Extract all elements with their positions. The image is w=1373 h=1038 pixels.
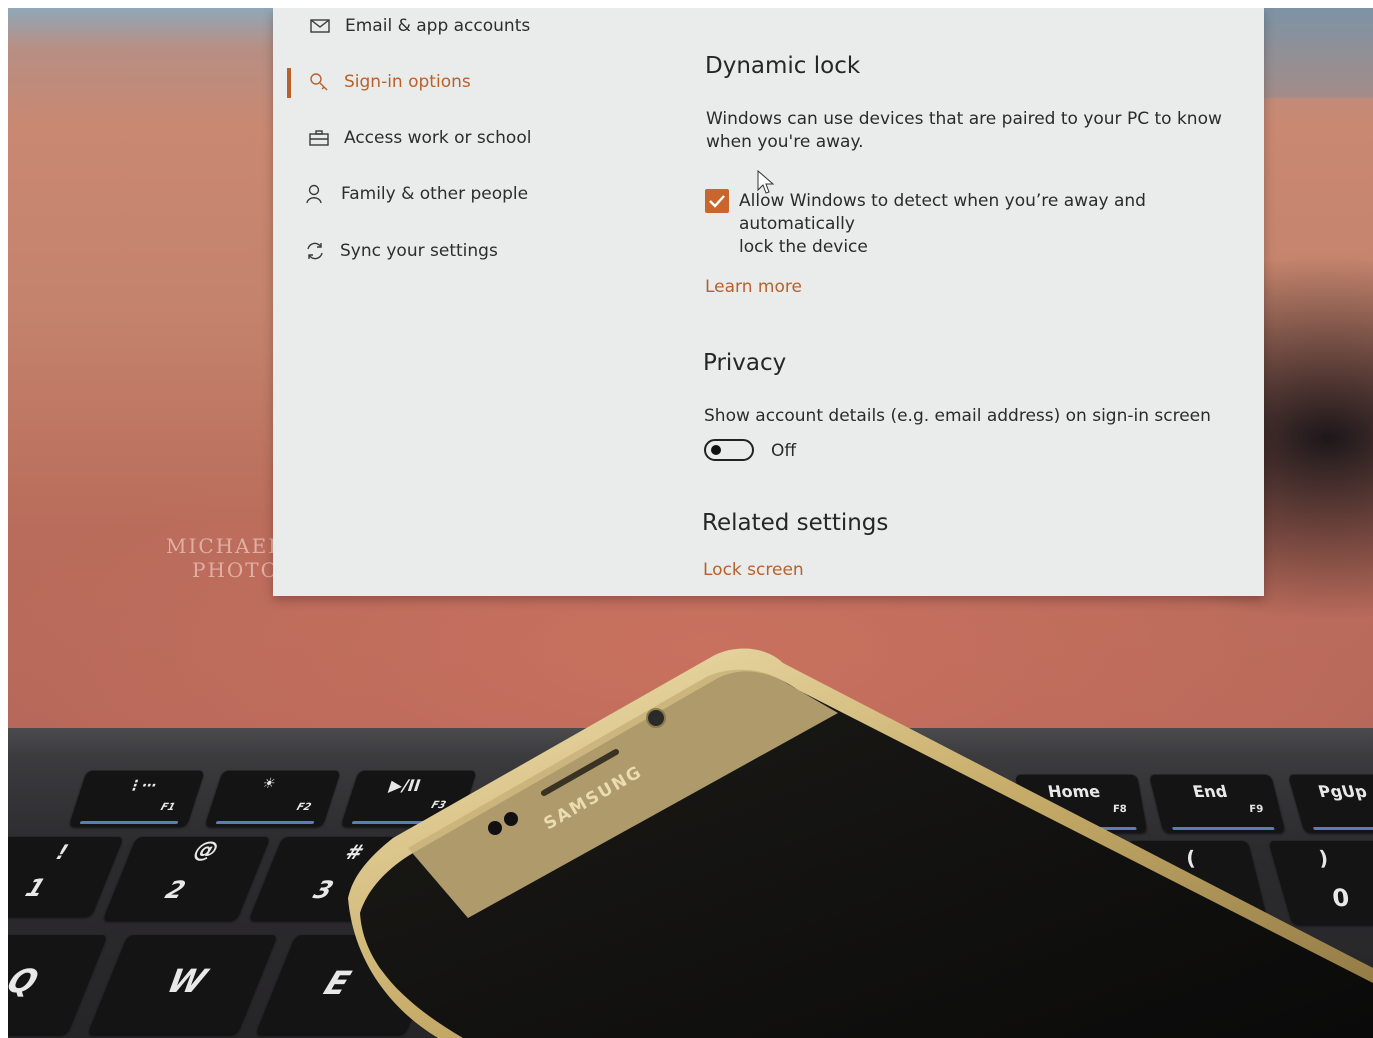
- nav-item-label: Sync your settings: [340, 241, 498, 261]
- key-label: Q: [8, 962, 45, 1000]
- dynamic-lock-checkbox-label[interactable]: Allow Windows to detect when you’re away…: [739, 190, 1264, 259]
- nav-item-family-people[interactable]: Family & other people: [303, 177, 528, 211]
- nav-item-label: Email & app accounts: [345, 16, 531, 36]
- key-label: F3: [429, 800, 448, 811]
- dynamic-lock-description-line-2: when you're away.: [706, 132, 864, 152]
- key-backlight: [215, 821, 315, 824]
- key-label: Home: [1046, 782, 1102, 801]
- learn-more-link[interactable]: Learn more: [705, 277, 802, 297]
- key-2: @ 2: [103, 836, 271, 920]
- key-label: F1: [159, 802, 177, 813]
- lock-screen-link[interactable]: Lock screen: [703, 560, 804, 580]
- nav-item-label: Family & other people: [341, 184, 529, 204]
- key-label: E: [318, 964, 356, 1002]
- key-label: 2: [161, 876, 190, 904]
- key-end-f9: End F9: [1148, 774, 1286, 832]
- related-settings-heading: Related settings: [702, 510, 889, 536]
- privacy-account-details-label: Show account details (e.g. email address…: [704, 406, 1211, 426]
- key-pgup: PgUp: [1287, 774, 1373, 832]
- key-icon: [306, 71, 332, 93]
- key-f1: ⋮⋯ F1: [68, 770, 206, 826]
- key-label: End: [1190, 782, 1230, 801]
- play-pause-icon: ▶/II: [386, 776, 424, 795]
- nav-item-sync-settings[interactable]: Sync your settings: [302, 234, 498, 268]
- brightness-down-icon: ⋮⋯: [125, 778, 159, 794]
- key-label: 3: [309, 876, 338, 904]
- photo-scene: MICHAEL B PHOTOC Email & app accounts Si…: [8, 8, 1373, 1038]
- key-label: F2: [295, 802, 313, 813]
- key-label: PgUp: [1315, 782, 1370, 801]
- settings-nav: Email & app accounts Sign-in options Acc…: [273, 8, 663, 596]
- key-0: ) 0: [1267, 840, 1373, 924]
- checkbox-label-line-2: lock the device: [739, 237, 868, 257]
- sync-icon: [302, 240, 328, 262]
- key-backlight: [79, 821, 179, 824]
- key-label: !: [52, 840, 72, 864]
- brightness-up-icon: ☀: [259, 776, 278, 792]
- key-3: # 3: [249, 836, 413, 920]
- key-label: W: [161, 962, 213, 1000]
- key-9: ( 9: [1127, 840, 1269, 924]
- key-label: #: [341, 840, 366, 864]
- dynamic-lock-heading: Dynamic lock: [705, 53, 861, 79]
- key-label: 0: [1328, 884, 1354, 912]
- settings-window: Email & app accounts Sign-in options Acc…: [273, 8, 1264, 596]
- dynamic-lock-description-line-1: Windows can use devices that are paired …: [706, 109, 1222, 129]
- wallpaper-sky: [1253, 8, 1373, 98]
- key-label: 9: [1194, 884, 1219, 912]
- key-1: ! 1: [8, 836, 125, 916]
- nav-item-label: Access work or school: [344, 128, 532, 148]
- checkbox-label-line-1: Allow Windows to detect when you’re away…: [739, 191, 1146, 234]
- key-label: F9: [1248, 804, 1265, 815]
- key-label: @: [190, 838, 223, 863]
- key-w: W: [87, 934, 279, 1034]
- person-icon: [303, 183, 329, 205]
- nav-item-email-accounts[interactable]: Email & app accounts: [307, 9, 530, 43]
- nav-item-access-work[interactable]: Access work or school: [306, 121, 531, 155]
- key-label: F8: [1112, 804, 1128, 815]
- key-label: (: [1183, 846, 1199, 870]
- key-label: ): [1315, 846, 1332, 870]
- key-backlight: [1312, 827, 1373, 830]
- key-f2: ☀ F2: [204, 770, 342, 826]
- key-home-f8: Home F8: [1014, 774, 1148, 832]
- active-nav-indicator: [287, 68, 291, 98]
- laptop-keyboard: ⋮⋯ F1 ☀ F2 ▶/II F3 Home F8 End F9 PgUp !…: [8, 728, 1373, 1038]
- briefcase-icon: [306, 127, 332, 149]
- privacy-heading: Privacy: [703, 350, 787, 376]
- dynamic-lock-description: Windows can use devices that are paired …: [706, 108, 1222, 154]
- key-f3: ▶/II F3: [340, 770, 478, 826]
- account-details-toggle[interactable]: [704, 439, 754, 461]
- key-label: 1: [21, 874, 50, 902]
- toggle-knob: [711, 445, 721, 455]
- key-backlight: [1034, 827, 1137, 830]
- key-backlight: [351, 821, 451, 824]
- key-backlight: [1171, 827, 1275, 830]
- nav-item-label: Sign-in options: [344, 72, 471, 92]
- checkmark-icon: [709, 195, 725, 208]
- mail-icon: [307, 15, 333, 37]
- nav-item-sign-in-options[interactable]: Sign-in options: [306, 65, 471, 99]
- mouse-cursor-icon: [757, 170, 775, 194]
- dynamic-lock-checkbox[interactable]: [705, 189, 729, 213]
- key-e: E: [255, 934, 447, 1034]
- toggle-state-label: Off: [771, 441, 797, 461]
